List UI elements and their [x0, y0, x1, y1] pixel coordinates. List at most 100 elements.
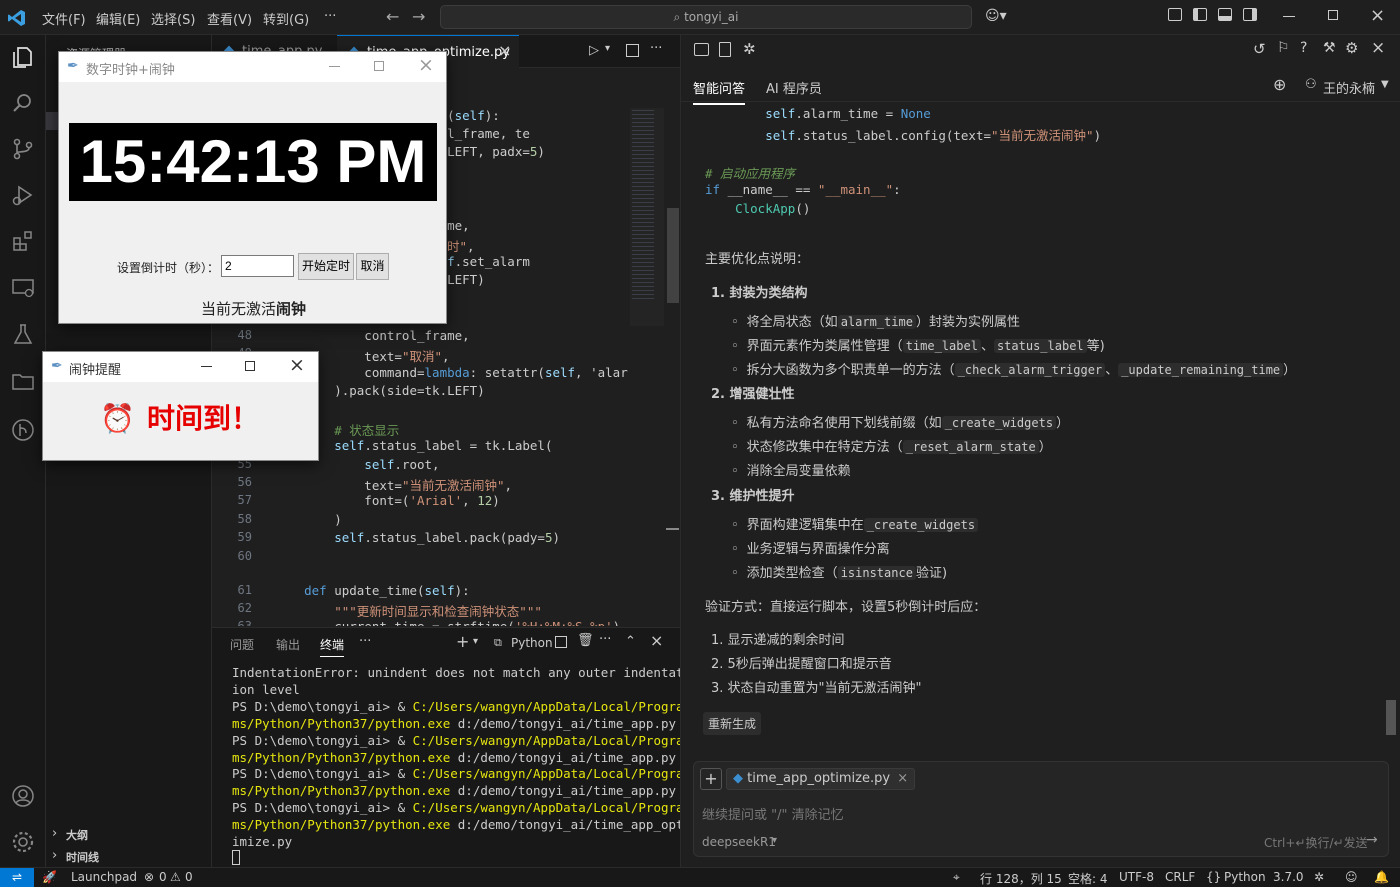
tools-icon[interactable]: ⚒: [1323, 40, 1336, 56]
menu-selection[interactable]: 选择(S): [151, 9, 195, 28]
command-center-search[interactable]: ⌕ tongyi_ai: [440, 5, 972, 29]
copilot-icon[interactable]: ☺▾: [985, 8, 1007, 24]
menu-view[interactable]: 查看(V): [207, 9, 252, 28]
new-terminal-icon[interactable]: +: [456, 632, 469, 651]
run-debug-icon[interactable]: [10, 182, 36, 208]
terminal-more-icon[interactable]: ···: [599, 632, 611, 647]
encoding[interactable]: UTF-8: [1119, 870, 1154, 884]
indentation[interactable]: 空格: 4: [1068, 870, 1108, 887]
minimize-icon[interactable]: [201, 366, 212, 367]
back-arrow-icon[interactable]: ←: [386, 7, 399, 26]
maximize-icon[interactable]: [374, 61, 384, 71]
cancel-button[interactable]: 取消: [356, 253, 389, 280]
attached-file-chip[interactable]: ◆ time_app_optimize.py ×: [726, 768, 916, 790]
error-icon[interactable]: ⊗: [144, 870, 154, 884]
run-python-icon[interactable]: ▷: [589, 43, 599, 58]
menu-go[interactable]: 转到(G): [263, 9, 309, 28]
tab-terminal[interactable]: 终端: [320, 636, 345, 657]
file-edit-icon[interactable]: [719, 42, 731, 57]
launchpad-label[interactable]: Launchpad: [71, 870, 137, 884]
explorer-icon[interactable]: [10, 44, 36, 70]
tab-problems[interactable]: 问题: [230, 636, 254, 653]
extensions-icon[interactable]: [10, 228, 36, 254]
chat-scrollbar-thumb[interactable]: [1386, 700, 1396, 735]
close-icon[interactable]: ×: [418, 54, 434, 76]
line-ending[interactable]: CRLF: [1165, 870, 1195, 884]
minimap[interactable]: [630, 108, 664, 326]
account-icon[interactable]: [10, 783, 36, 809]
model-dropdown-icon[interactable]: ▾: [772, 835, 777, 846]
copilot-status-icon[interactable]: ☺: [1345, 870, 1358, 884]
terminal-shell-name[interactable]: Python: [511, 636, 553, 650]
clock-window-titlebar[interactable]: ✒ 数字时钟+闹钟 ×: [59, 52, 446, 82]
close-icon[interactable]: ×: [289, 354, 305, 376]
source-control-icon[interactable]: [10, 136, 36, 162]
python-version[interactable]: 3.7.0: [1273, 870, 1304, 884]
terminal-dropdown-icon[interactable]: ▾: [473, 636, 478, 647]
close-panel-icon[interactable]: ×: [650, 631, 663, 650]
maximize-icon[interactable]: [245, 361, 255, 371]
forward-arrow-icon[interactable]: →: [412, 7, 425, 26]
user-name[interactable]: 王的永楠: [1323, 78, 1375, 97]
panel-more-icon[interactable]: ···: [359, 634, 371, 649]
language-mode[interactable]: Python: [1224, 870, 1266, 884]
kill-terminal-icon[interactable]: 🗑: [577, 633, 594, 648]
tab-ai-programmer[interactable]: AI 程序员: [766, 78, 822, 97]
notifications-bell-icon[interactable]: 🔔: [1374, 870, 1389, 884]
new-chat-icon[interactable]: ⊕: [1273, 75, 1286, 94]
run-dropdown-icon[interactable]: ▾: [605, 43, 610, 54]
close-tab-icon[interactable]: ×: [498, 41, 511, 60]
toggle-panel-icon[interactable]: [1218, 8, 1232, 21]
minimize-icon[interactable]: [329, 66, 340, 67]
timeline-section[interactable]: › 时间线: [46, 847, 212, 867]
restore-icon[interactable]: [1328, 10, 1338, 20]
settings-gear-icon[interactable]: [10, 829, 36, 855]
tongyi-logo-icon[interactable]: ✲: [743, 40, 756, 58]
history-icon[interactable]: ↺: [1253, 40, 1266, 58]
menu-file[interactable]: 文件(F): [42, 9, 86, 28]
close-window-icon[interactable]: ×: [1370, 5, 1385, 26]
more-actions-icon[interactable]: ···: [650, 41, 662, 56]
user-dropdown-icon[interactable]: ▼: [1381, 79, 1389, 90]
folder-icon[interactable]: [10, 368, 36, 394]
send-icon[interactable]: →: [1366, 832, 1378, 848]
remote-explorer-icon[interactable]: [10, 275, 36, 301]
split-editor-icon[interactable]: [626, 44, 639, 57]
tab-output[interactable]: 输出: [276, 636, 300, 653]
start-timer-button[interactable]: 开始定时: [298, 253, 354, 280]
split-terminal-icon[interactable]: [555, 636, 567, 648]
chat-icon[interactable]: [694, 43, 709, 56]
panel-settings-icon[interactable]: ⚙: [1345, 39, 1358, 57]
countdown-input[interactable]: [221, 255, 294, 277]
warning-count[interactable]: 0: [185, 870, 193, 884]
warning-icon[interactable]: ⚠: [170, 870, 181, 884]
remote-indicator-icon[interactable]: ⇌: [0, 868, 34, 887]
error-count[interactable]: 0: [159, 870, 167, 884]
alarm-window-titlebar[interactable]: ✒ 闹钟提醒 ×: [43, 352, 318, 382]
help-icon[interactable]: ?: [1300, 40, 1307, 56]
outline-section[interactable]: › 大纲: [46, 825, 212, 845]
section-title: 1. 封装为类结构: [711, 286, 808, 301]
testing-icon[interactable]: [10, 321, 36, 347]
remove-attachment-icon[interactable]: ×: [897, 771, 908, 786]
model-selector[interactable]: deepseekR1: [702, 835, 776, 849]
toggle-sidebar-icon[interactable]: [1193, 8, 1207, 21]
feedback-icon[interactable]: ⚐: [1277, 40, 1290, 56]
editor-scrollbar-thumb[interactable]: [667, 208, 679, 303]
alarm-window: ✒ 闹钟提醒 × ⏰ 时间到！: [42, 351, 319, 461]
toggle-secondary-sidebar-icon[interactable]: [1243, 8, 1257, 21]
close-panel-icon[interactable]: ×: [1371, 38, 1385, 58]
regenerate-button[interactable]: 重新生成: [703, 712, 762, 735]
tongyi-status-icon[interactable]: ✲: [1314, 870, 1324, 884]
search-view-icon[interactable]: [10, 90, 36, 116]
menu-more[interactable]: ···: [324, 9, 336, 24]
menu-edit[interactable]: 编辑(E): [96, 9, 140, 28]
maximize-panel-icon[interactable]: ⌃: [625, 634, 636, 649]
chat-input-placeholder[interactable]: 继续提问或 "/" 清除记忆: [702, 804, 844, 823]
cursor-position[interactable]: 行 128，列 15: [980, 870, 1062, 887]
minimize-icon[interactable]: [1283, 16, 1295, 17]
git-graph-icon[interactable]: [10, 417, 36, 443]
terminal-line: ms/Python/Python37/python.exe d:/demo/to…: [232, 749, 677, 765]
layout-customize-icon[interactable]: [1168, 8, 1182, 21]
add-context-icon[interactable]: +: [700, 768, 722, 790]
